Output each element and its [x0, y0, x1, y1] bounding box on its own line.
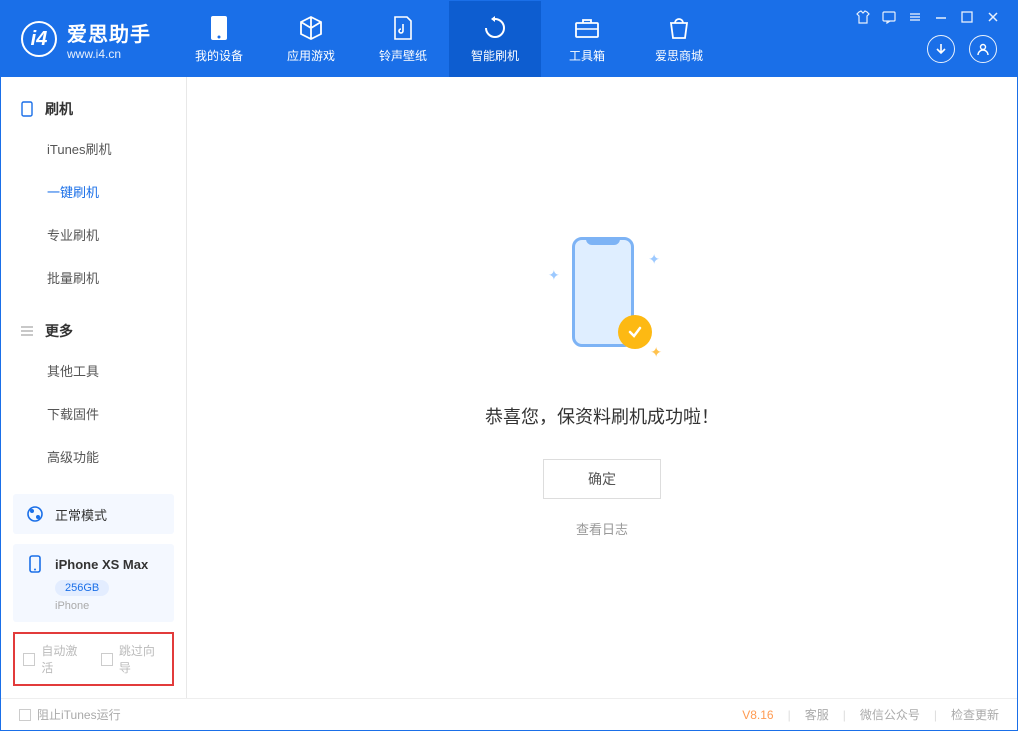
main-content: ✦ ✦ ✦ 恭喜您，保资料刷机成功啦！ 确定 查看日志	[187, 77, 1017, 698]
sidebar-item-download-firmware[interactable]: 下载固件	[1, 392, 186, 435]
nav-my-device[interactable]: 我的设备	[173, 1, 265, 77]
ok-button[interactable]: 确定	[543, 459, 661, 499]
user-controls	[927, 35, 1007, 63]
device-type: iPhone	[55, 600, 162, 612]
maximize-button[interactable]	[959, 9, 975, 25]
nav-ringtone-wallpaper[interactable]: 铃声壁纸	[357, 1, 449, 77]
success-message: 恭喜您，保资料刷机成功啦！	[485, 403, 719, 429]
phone-icon	[206, 15, 232, 41]
body: 刷机 iTunes刷机 一键刷机 专业刷机 批量刷机 更多 其他工具 下载固件 …	[1, 77, 1017, 698]
sidebar-item-itunes-flash[interactable]: iTunes刷机	[1, 127, 186, 170]
account-button[interactable]	[969, 35, 997, 63]
checkbox-skip-guide[interactable]: 跳过向导	[101, 642, 165, 676]
sparkle-icon: ✦	[648, 251, 660, 268]
feedback-icon[interactable]	[881, 9, 897, 25]
logo-icon: i4	[21, 21, 57, 57]
brand-name: 爱思助手	[67, 18, 151, 47]
nav-apps-games[interactable]: 应用游戏	[265, 1, 357, 77]
cube-icon	[298, 15, 324, 41]
sparkle-icon: ✦	[548, 267, 560, 284]
music-file-icon	[390, 15, 416, 41]
device-name: iPhone XS Max	[55, 557, 148, 572]
brand-url: www.i4.cn	[67, 47, 151, 61]
sidebar-bottom: 正常模式 iPhone XS Max 256GB iPhone 自动激活 跳过向…	[1, 482, 186, 698]
sidebar: 刷机 iTunes刷机 一键刷机 专业刷机 批量刷机 更多 其他工具 下载固件 …	[1, 77, 187, 698]
window-controls	[855, 1, 1007, 25]
menu-icon[interactable]	[907, 9, 923, 25]
sparkle-icon: ✦	[650, 344, 662, 361]
sidebar-section-flash: 刷机	[1, 91, 186, 127]
mode-label: 正常模式	[55, 505, 107, 524]
download-button[interactable]	[927, 35, 955, 63]
minimize-button[interactable]	[933, 9, 949, 25]
check-badge-icon	[618, 315, 652, 349]
app-window: i4 爱思助手 www.i4.cn 我的设备 应用游戏 铃声壁纸 智能刷机	[0, 0, 1018, 731]
device-storage-badge: 256GB	[55, 580, 109, 596]
sidebar-item-oneclick-flash[interactable]: 一键刷机	[1, 170, 186, 213]
titlebar: i4 爱思助手 www.i4.cn 我的设备 应用游戏 铃声壁纸 智能刷机	[1, 1, 1017, 77]
footer: 阻止iTunes运行 V8.16 | 客服 | 微信公众号 | 检查更新	[1, 698, 1017, 730]
top-nav: 我的设备 应用游戏 铃声壁纸 智能刷机 工具箱 爱思商城	[173, 1, 725, 77]
support-link[interactable]: 客服	[805, 706, 829, 723]
version-label: V8.16	[742, 708, 773, 722]
sidebar-section-more: 更多	[1, 313, 186, 349]
nav-store[interactable]: 爱思商城	[633, 1, 725, 77]
mode-card[interactable]: 正常模式	[13, 494, 174, 534]
nav-smart-flash[interactable]: 智能刷机	[449, 1, 541, 77]
device-phone-icon	[25, 554, 45, 574]
titlebar-right	[855, 1, 1017, 77]
view-log-link[interactable]: 查看日志	[576, 519, 628, 538]
checkbox-auto-activate[interactable]: 自动激活	[23, 642, 87, 676]
close-button[interactable]	[985, 9, 1001, 25]
nav-toolbox[interactable]: 工具箱	[541, 1, 633, 77]
sidebar-item-advanced[interactable]: 高级功能	[1, 435, 186, 478]
sidebar-item-batch-flash[interactable]: 批量刷机	[1, 256, 186, 299]
sidebar-item-pro-flash[interactable]: 专业刷机	[1, 213, 186, 256]
sidebar-item-other-tools[interactable]: 其他工具	[1, 349, 186, 392]
wechat-link[interactable]: 微信公众号	[860, 706, 920, 723]
checkbox-block-itunes[interactable]: 阻止iTunes运行	[19, 706, 121, 723]
checkbox-row-highlighted: 自动激活 跳过向导	[13, 632, 174, 686]
check-update-link[interactable]: 检查更新	[951, 706, 999, 723]
shirt-icon[interactable]	[855, 9, 871, 25]
list-icon	[19, 323, 35, 339]
mode-icon	[25, 504, 45, 524]
refresh-icon	[482, 15, 508, 41]
device-card[interactable]: iPhone XS Max 256GB iPhone	[13, 544, 174, 622]
toolbox-icon	[574, 15, 600, 41]
phone-illust-notch	[586, 237, 620, 245]
success-illustration: ✦ ✦ ✦	[542, 237, 662, 367]
logo-area: i4 爱思助手 www.i4.cn	[1, 1, 173, 77]
bag-icon	[666, 15, 692, 41]
device-icon	[19, 101, 35, 117]
footer-right: V8.16 | 客服 | 微信公众号 | 检查更新	[742, 706, 999, 723]
